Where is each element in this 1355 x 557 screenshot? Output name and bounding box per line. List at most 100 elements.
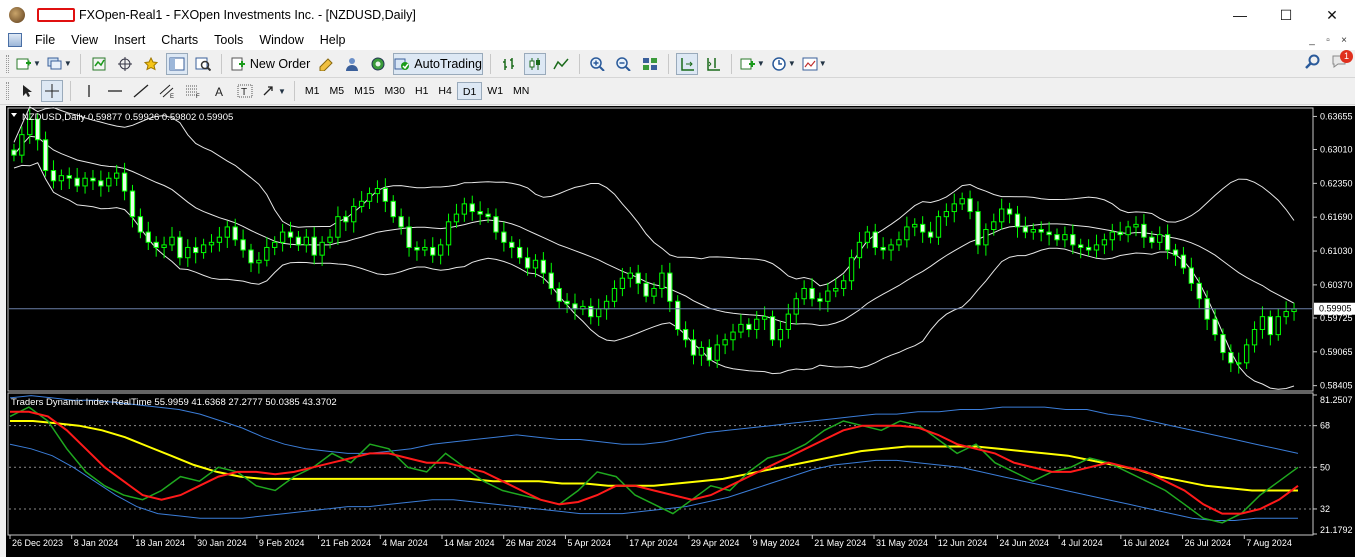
mdi-restore-button[interactable]: ▫ [1321, 33, 1335, 47]
notifications-button[interactable]: 1 [1331, 50, 1353, 71]
toolbar-separator [667, 53, 669, 74]
new-order-button[interactable]: New Order [229, 53, 311, 75]
tile-windows-icon [642, 57, 657, 70]
toolbar-grip[interactable] [6, 82, 9, 100]
candle-body [532, 259, 539, 269]
indicators-button[interactable]: ▼ [739, 53, 766, 75]
menu-tools[interactable]: Tools [207, 30, 252, 50]
strategy-tester-button[interactable] [192, 53, 214, 75]
menu-help[interactable]: Help [313, 30, 355, 50]
candle-body [864, 231, 871, 243]
chart-shift-button[interactable] [702, 53, 724, 75]
new-chart-button[interactable]: ▼ [15, 53, 42, 75]
candle-body [66, 175, 72, 179]
app-logo-icon [9, 7, 25, 23]
autotrading-button[interactable]: AutoTrading [393, 52, 483, 75]
data-window-button[interactable] [114, 53, 136, 75]
periods-button[interactable]: ▼ [770, 53, 797, 75]
mdi-minimize-button[interactable]: _ [1305, 33, 1319, 47]
candle-body [943, 211, 950, 218]
crosshair-tool-button[interactable] [41, 80, 63, 102]
navigator-button[interactable] [140, 53, 162, 75]
timeframe-m1[interactable]: M1 [300, 82, 325, 100]
candle-body [1133, 223, 1139, 228]
zoom-in-button[interactable] [587, 53, 609, 75]
mdi-close-button[interactable]: × [1337, 33, 1351, 47]
candle-body [967, 198, 973, 213]
vertical-line-button[interactable] [78, 80, 100, 102]
horizontal-line-button[interactable] [104, 80, 126, 102]
time-axis-label: 26 Dec 2023 [12, 538, 63, 548]
chart-window[interactable]: 0.63655 0.63010 0.62350 0.61690 0.61030 0.603… [6, 106, 1355, 557]
candle-body [1172, 249, 1179, 256]
chart-window-icon[interactable] [8, 33, 22, 47]
candle-body [311, 236, 317, 256]
text-tool-button[interactable]: A [208, 80, 230, 102]
price-panel-header: NZDUSD,Daily 0.59877 0.59926 0.59802 0.5… [22, 112, 233, 123]
signals-button[interactable] [341, 53, 363, 75]
fibonacci-button[interactable]: F [182, 80, 204, 102]
timeframe-w1[interactable]: W1 [482, 82, 508, 100]
minimize-button[interactable]: — [1217, 0, 1263, 30]
tile-windows-button[interactable] [639, 53, 661, 75]
timeframe-d1[interactable]: D1 [456, 82, 483, 100]
svg-text:E: E [170, 94, 174, 98]
trendline-icon [133, 84, 149, 98]
new-chart-icon [16, 58, 31, 69]
candle-body [42, 139, 49, 172]
time-axis-label: 7 Aug 2024 [1246, 538, 1292, 548]
menu-file[interactable]: File [28, 30, 64, 50]
menu-insert[interactable]: Insert [107, 30, 154, 50]
equidistant-channel-button[interactable]: E [156, 80, 178, 102]
candlestick-icon [529, 57, 540, 70]
candle-body [185, 246, 191, 259]
zoom-out-button[interactable] [613, 53, 635, 75]
timeframe-m30[interactable]: M30 [380, 82, 410, 100]
candle-body [840, 280, 847, 289]
menu-charts[interactable]: Charts [154, 30, 207, 50]
search-icon[interactable] [1305, 54, 1321, 70]
timeframe-mn[interactable]: MN [508, 82, 534, 100]
trendline-button[interactable] [130, 80, 152, 102]
candle-body [343, 216, 349, 223]
market-watch-button[interactable] [88, 53, 110, 75]
timeframe-m5[interactable]: M5 [325, 82, 350, 100]
candle-body [682, 328, 689, 341]
line-chart-button[interactable] [550, 53, 572, 75]
auto-scroll-button[interactable] [675, 52, 698, 75]
menu-view[interactable]: View [64, 30, 107, 50]
timeframe-h1[interactable]: H1 [410, 82, 433, 100]
star-folder-icon [143, 56, 158, 70]
candle-body [524, 257, 531, 269]
metaeditor-button[interactable] [315, 53, 337, 75]
menu-window[interactable]: Window [252, 30, 312, 50]
maximize-button[interactable]: ☐ [1263, 0, 1309, 30]
market-button[interactable] [367, 53, 389, 75]
candle [675, 295, 681, 336]
timeframe-m15[interactable]: M15 [349, 82, 379, 100]
candle-body [999, 208, 1005, 223]
candle-body [279, 231, 286, 243]
dropdown-arrow-icon: ▼ [33, 59, 41, 68]
candle-body [912, 223, 918, 228]
cursor-tool-button[interactable] [15, 80, 37, 102]
toolbar-grip[interactable] [6, 54, 9, 73]
candle-body [19, 134, 25, 156]
candlestick-button[interactable] [523, 52, 546, 75]
toolbar-separator [79, 53, 81, 74]
indicator-panel-header: Traders Dynamic Index RealTime 55.9959 4… [11, 397, 337, 408]
terminal-button[interactable] [165, 52, 188, 75]
templates-button[interactable]: ▼ [801, 53, 828, 75]
price-chart-canvas[interactable]: 0.63655 0.63010 0.62350 0.61690 0.61030 0.603… [6, 106, 1355, 557]
bar-chart-button[interactable] [498, 53, 520, 75]
arrows-button[interactable]: ▼ [260, 80, 287, 102]
text-label-button[interactable]: T [234, 80, 256, 102]
close-button[interactable]: ✕ [1309, 0, 1355, 30]
candle-body [501, 231, 507, 243]
profiles-button[interactable]: ▼ [46, 53, 73, 75]
timeframe-h4[interactable]: H4 [433, 82, 456, 100]
candle-body [493, 216, 499, 233]
candle-body [90, 177, 96, 182]
candle-body [880, 246, 886, 251]
templates-icon [802, 57, 818, 70]
